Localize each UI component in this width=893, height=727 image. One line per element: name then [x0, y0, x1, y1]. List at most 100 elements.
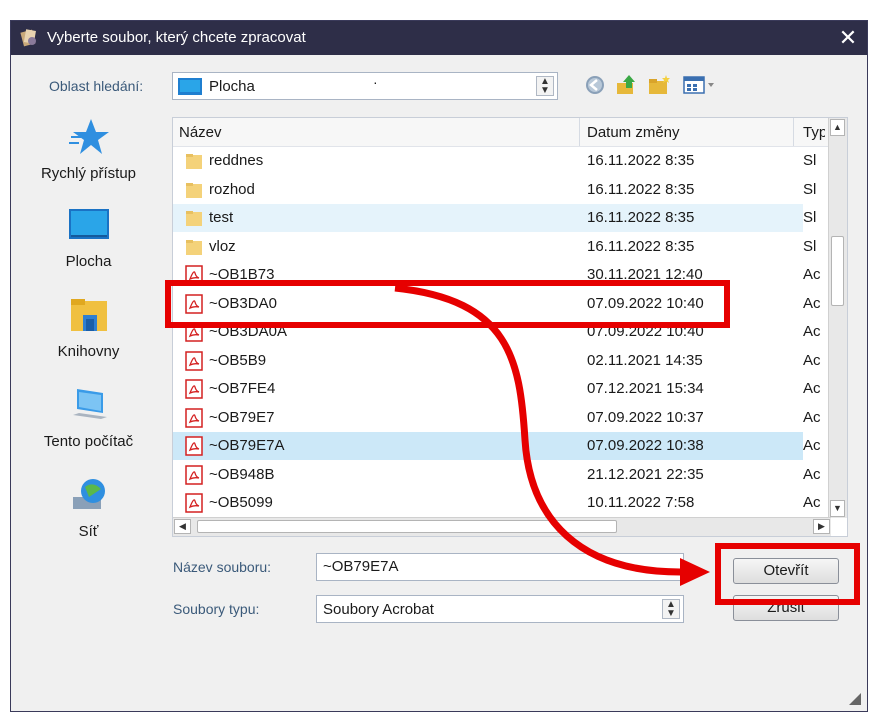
- file-name: ~OB79E7A: [209, 437, 285, 454]
- file-name: ~OB7FE4: [209, 380, 276, 397]
- column-header-name[interactable]: Název: [179, 124, 222, 141]
- lookin-combo[interactable]: Plocha · ▲ ▼: [172, 72, 558, 100]
- desktop-icon: [68, 209, 109, 239]
- highlight-box-open-button: [715, 543, 860, 605]
- place-quick-access[interactable]: Rychlý přístup: [11, 117, 166, 182]
- scroll-right-icon[interactable]: ▶: [813, 519, 830, 534]
- place-label: Síť: [78, 523, 99, 540]
- folder-icon: [185, 237, 203, 257]
- pdf-file-icon: [185, 379, 203, 399]
- file-date: 02.11.2021 14:35: [587, 351, 703, 369]
- file-type: Ac: [803, 266, 821, 283]
- file-date: 16.11.2022 8:35: [587, 180, 695, 198]
- filename-input[interactable]: ~OB79E7A: [316, 553, 684, 581]
- horizontal-scrollbar[interactable]: ◀ ▶: [173, 517, 831, 536]
- place-label: Plocha: [65, 253, 112, 270]
- place-network[interactable]: Síť: [11, 475, 166, 540]
- folder-icon: [185, 151, 203, 171]
- place-label: Knihovny: [57, 343, 120, 360]
- pdf-file-icon: [185, 350, 203, 371]
- file-row[interactable]: reddnes 16.11.2022 8:35 Sl: [173, 147, 816, 175]
- resize-grip[interactable]: [849, 693, 861, 705]
- file-type: Ac: [803, 351, 821, 369]
- computer-icon: [72, 389, 107, 419]
- file-name: ~OB5B9: [209, 351, 267, 369]
- file-type: Ac: [803, 408, 821, 426]
- file-type: Ac: [803, 323, 821, 340]
- file-list-header: Název Datum změny Typ: [173, 118, 833, 147]
- pdf-file-icon: [185, 436, 203, 456]
- folder-icon: [185, 180, 203, 200]
- file-row[interactable]: ~OB5B9 02.11.2021 14:35 Ac: [173, 347, 821, 375]
- column-header-date[interactable]: Datum změny: [587, 124, 680, 141]
- horizontal-scroll-thumb[interactable]: [197, 520, 617, 533]
- file-type: Sl: [803, 237, 817, 255]
- file-name: ~OB79E7: [209, 408, 275, 426]
- place-this-pc[interactable]: Tento počítač: [11, 385, 166, 450]
- file-open-dialog: Vyberte soubor, který chcete zpracovat ✕…: [10, 20, 868, 712]
- vertical-scroll-thumb[interactable]: [831, 236, 844, 306]
- file-type: Ac: [803, 465, 821, 483]
- file-date: 07.09.2022 10:37: [587, 408, 704, 426]
- file-type: Sl: [803, 209, 817, 226]
- file-row[interactable]: vloz 16.11.2022 8:35 Sl: [173, 233, 816, 261]
- scroll-up-icon[interactable]: ▲: [830, 119, 845, 136]
- lookin-dot: ·: [373, 74, 378, 90]
- filetype-value: Soubory Acrobat: [323, 601, 434, 618]
- pdf-file-icon: [185, 464, 203, 485]
- file-name: vloz: [209, 237, 236, 255]
- app-icon: [20, 29, 36, 47]
- place-libraries[interactable]: Knihovny: [11, 295, 166, 360]
- file-date: 07.09.2022 10:38: [587, 437, 704, 454]
- file-row[interactable]: rozhod 16.11.2022 8:35 Sl: [173, 176, 816, 204]
- lookin-dropdown-button[interactable]: ▲ ▼: [536, 76, 554, 96]
- file-row[interactable]: ~OB79E7A 07.09.2022 10:38 Ac: [173, 432, 821, 460]
- file-name: reddnes: [209, 152, 264, 169]
- pdf-file-icon: [185, 493, 203, 513]
- filetype-combo[interactable]: Soubory Acrobat ▲ ▼: [316, 595, 684, 623]
- filetype-dropdown-button[interactable]: ▲ ▼: [662, 599, 680, 619]
- file-name: rozhod: [209, 180, 255, 198]
- place-label: Tento počítač: [43, 433, 134, 450]
- folder-icon: [185, 208, 203, 228]
- highlight-box-file: [165, 280, 730, 328]
- close-icon[interactable]: ✕: [833, 24, 863, 52]
- file-name: ~OB948B: [209, 465, 275, 483]
- title-bar[interactable]: Vyberte soubor, který chcete zpracovat ✕: [11, 21, 867, 55]
- lookin-label: Oblast hledání:: [49, 78, 144, 94]
- file-row[interactable]: ~OB7FE4 07.12.2021 15:34 Ac: [173, 375, 821, 403]
- up-folder-icon[interactable]: [615, 73, 639, 97]
- libraries-icon: [70, 299, 107, 331]
- star-icon: [68, 119, 109, 154]
- file-row[interactable]: ~OB79E7 07.09.2022 10:37 Ac: [173, 404, 821, 432]
- file-name: test: [209, 209, 234, 226]
- filename-label: Název souboru:: [173, 559, 272, 575]
- network-icon: [72, 479, 105, 509]
- file-type: Sl: [803, 180, 817, 198]
- place-desktop[interactable]: Plocha: [11, 205, 166, 270]
- file-type: Sl: [803, 152, 817, 169]
- file-date: 21.12.2021 22:35: [587, 465, 704, 483]
- scroll-down-icon[interactable]: ▼: [830, 500, 845, 517]
- file-type: Ac: [803, 294, 821, 312]
- file-type: Ac: [803, 437, 821, 454]
- file-type: Ac: [803, 380, 821, 397]
- dialog-title: Vyberte soubor, který chcete zpracovat: [47, 29, 306, 46]
- desktop-icon: [178, 78, 202, 95]
- view-menu-icon[interactable]: [683, 73, 719, 97]
- lookin-value: Plocha: [209, 78, 255, 95]
- file-date: 16.11.2022 8:35: [587, 237, 695, 255]
- file-row[interactable]: ~OB5099 10.11.2022 7:58 Ac: [173, 489, 821, 517]
- vertical-scrollbar[interactable]: ▲ ▼: [828, 118, 847, 518]
- scroll-left-icon[interactable]: ◀: [174, 519, 191, 534]
- back-icon[interactable]: [583, 73, 607, 97]
- file-row[interactable]: test 16.11.2022 8:35 Sl: [173, 204, 816, 232]
- filetype-label: Soubory typu:: [173, 601, 260, 617]
- file-date: 16.11.2022 8:35: [587, 152, 695, 169]
- places-bar: Rychlý přístup Plocha Knihovny Tento poč…: [11, 105, 166, 575]
- file-row[interactable]: ~OB948B 21.12.2021 22:35 Ac: [173, 461, 821, 489]
- file-type: Ac: [803, 494, 821, 511]
- file-name: ~OB5099: [209, 494, 273, 511]
- new-folder-icon[interactable]: [647, 73, 671, 97]
- column-header-type[interactable]: Typ: [803, 124, 825, 141]
